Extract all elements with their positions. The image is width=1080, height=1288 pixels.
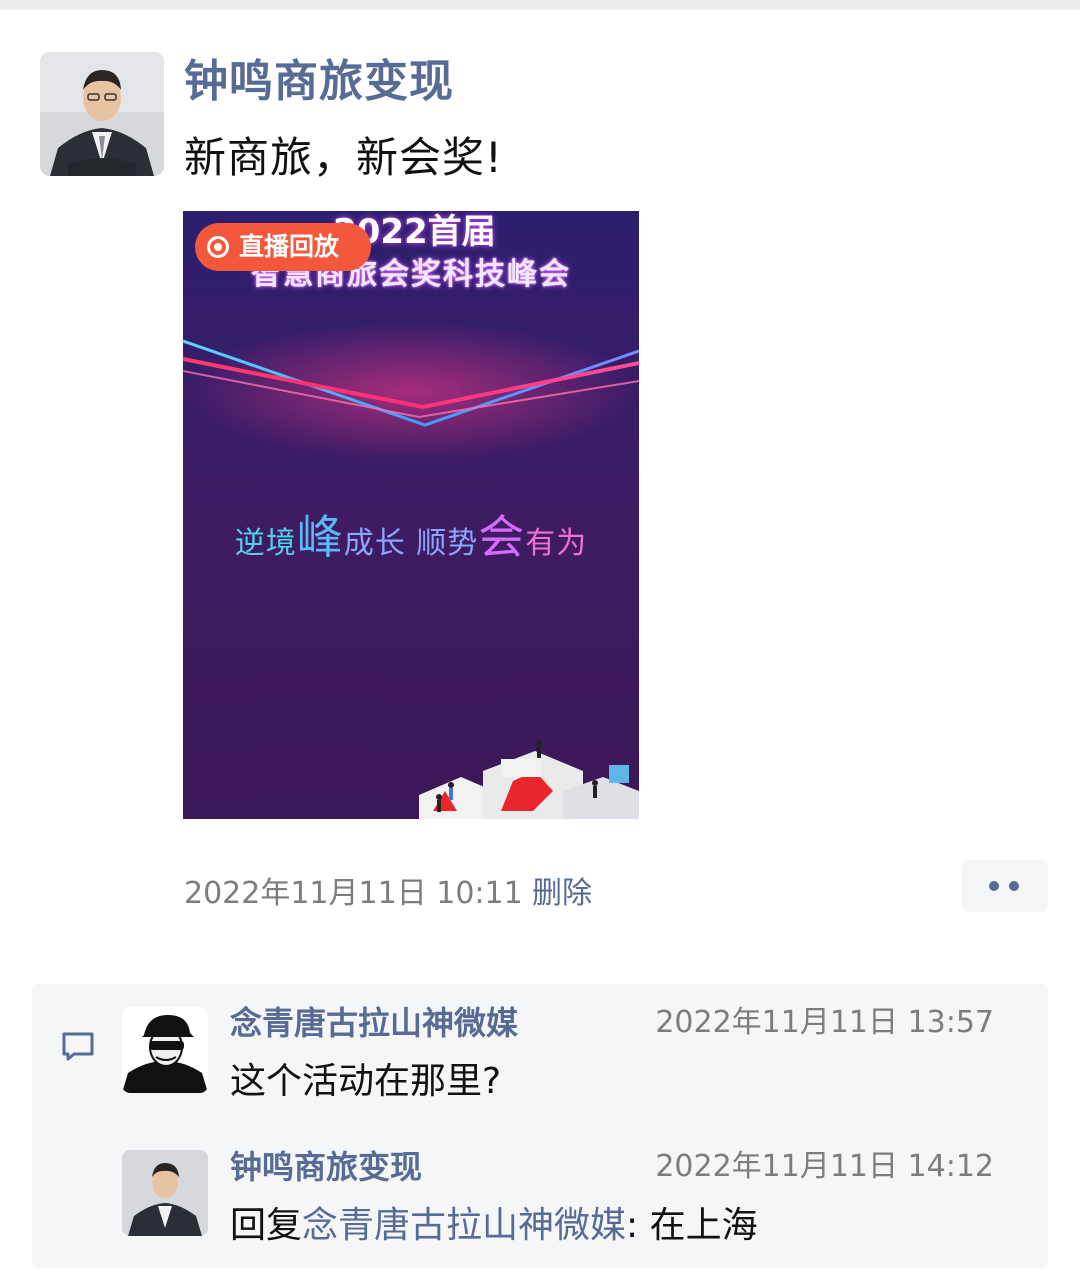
record-icon bbox=[207, 236, 229, 258]
slogan-big1: 峰 bbox=[296, 510, 344, 564]
post-text: 新商旅，新会奖! bbox=[184, 133, 503, 182]
comment-timestamp: 2022年11月11日 13:57 bbox=[655, 1005, 994, 1040]
more-dot-icon bbox=[1009, 881, 1019, 891]
delete-button[interactable]: 删除 bbox=[532, 872, 592, 916]
replier-avatar[interactable] bbox=[122, 1150, 208, 1236]
slogan-part3: 有为 bbox=[525, 526, 588, 561]
post-timestamp: 2022年11月11日 10:11 bbox=[184, 876, 523, 911]
reply-prefix: 回复 bbox=[230, 1205, 303, 1246]
reply-timestamp: 2022年11月11日 14:12 bbox=[655, 1149, 994, 1184]
more-actions-button[interactable] bbox=[962, 860, 1048, 912]
commenter-name[interactable]: 念青唐古拉山神微媒 bbox=[230, 1000, 518, 1046]
live-replay-badge[interactable]: 直播回放 bbox=[195, 223, 371, 271]
replier-name[interactable]: 钟鸣商旅变现 bbox=[230, 1144, 422, 1190]
slogan-big2: 会 bbox=[478, 510, 526, 564]
live-replay-card[interactable]: 2022首届 智慧商旅会奖科技峰会 直播回放 逆境峰成长 顺势会有为 bbox=[183, 211, 639, 819]
author-avatar[interactable] bbox=[40, 52, 164, 176]
comment-icon bbox=[62, 1032, 94, 1061]
top-edge bbox=[0, 0, 1080, 10]
reply-mention[interactable]: 念青唐古拉山神微媒 bbox=[302, 1205, 626, 1246]
reply-body: : 在上海 bbox=[626, 1205, 758, 1246]
poster-slogan: 逆境峰成长 顺势会有为 bbox=[183, 507, 639, 578]
comment-text[interactable]: 这个活动在那里? bbox=[230, 1054, 501, 1110]
more-dot-icon bbox=[989, 881, 999, 891]
post-author-name[interactable]: 钟鸣商旅变现 bbox=[184, 54, 454, 110]
slogan-part2: 成长 顺势 bbox=[343, 526, 479, 561]
reply-text[interactable]: 回复念青唐古拉山神微媒: 在上海 bbox=[230, 1198, 758, 1254]
live-replay-label: 直播回放 bbox=[239, 232, 340, 261]
slogan-part1: 逆境 bbox=[234, 526, 297, 561]
commenter-avatar[interactable] bbox=[122, 1007, 208, 1093]
